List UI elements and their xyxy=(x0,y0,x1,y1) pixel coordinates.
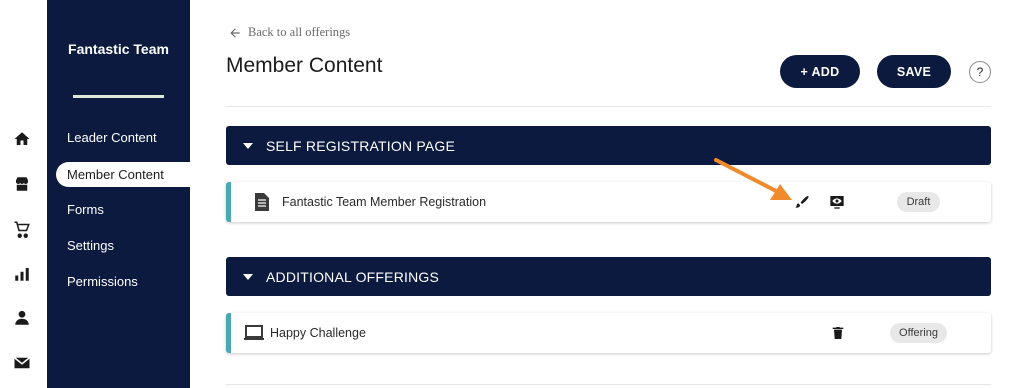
store-icon[interactable] xyxy=(12,174,32,194)
home-icon[interactable] xyxy=(12,129,32,149)
icon-rail xyxy=(0,0,47,388)
header-divider xyxy=(226,106,991,107)
section-header-self-registration[interactable]: SELF REGISTRATION PAGE xyxy=(226,126,991,165)
callout-arrow xyxy=(714,158,792,200)
row-accent xyxy=(226,313,231,353)
list-item[interactable]: Happy Challenge Offering xyxy=(226,313,991,353)
footer-divider xyxy=(226,384,991,385)
sidebar-item-forms[interactable]: Forms xyxy=(67,202,104,217)
person-icon[interactable] xyxy=(12,308,32,328)
status-badge: Offering xyxy=(890,323,947,343)
section-title: ADDITIONAL OFFERINGS xyxy=(266,268,440,285)
back-link[interactable]: Back to all offerings xyxy=(228,25,350,40)
document-icon xyxy=(255,193,269,211)
sidebar-item-permissions[interactable]: Permissions xyxy=(67,274,138,289)
laptop-icon xyxy=(244,325,264,341)
preview-icon[interactable] xyxy=(829,194,845,210)
status-badge: Draft xyxy=(897,192,940,212)
sidebar: Fantastic Team Leader Content Member Con… xyxy=(47,0,192,388)
page-title: Member Content xyxy=(226,54,383,77)
team-divider xyxy=(73,95,164,98)
save-button[interactable]: SAVE xyxy=(877,55,951,88)
main-content: Back to all offerings Member Content + A… xyxy=(190,0,1024,388)
section-title: SELF REGISTRATION PAGE xyxy=(266,137,456,154)
arrow-left-icon xyxy=(228,26,242,40)
cart-icon[interactable] xyxy=(12,219,32,239)
row-title: Happy Challenge xyxy=(270,326,366,340)
help-button[interactable]: ? xyxy=(969,61,991,83)
row-title: Fantastic Team Member Registration xyxy=(282,195,487,209)
team-name: Fantastic Team xyxy=(68,41,169,57)
chart-icon[interactable] xyxy=(12,264,32,284)
sidebar-item-settings[interactable]: Settings xyxy=(67,238,114,253)
sidebar-item-leader-content[interactable]: Leader Content xyxy=(67,130,157,145)
caret-down-icon xyxy=(243,142,253,149)
trash-icon[interactable] xyxy=(830,325,846,341)
back-link-label: Back to all offerings xyxy=(248,25,351,39)
add-button[interactable]: + ADD xyxy=(780,55,860,88)
row-accent xyxy=(226,182,231,222)
section-header-additional-offerings[interactable]: ADDITIONAL OFFERINGS xyxy=(226,257,991,296)
list-item[interactable]: Fantastic Team Member Registration Draft xyxy=(226,182,991,222)
caret-down-icon xyxy=(243,273,253,280)
mail-icon[interactable] xyxy=(12,353,32,373)
sidebar-item-member-content[interactable]: Member Content xyxy=(56,162,192,187)
